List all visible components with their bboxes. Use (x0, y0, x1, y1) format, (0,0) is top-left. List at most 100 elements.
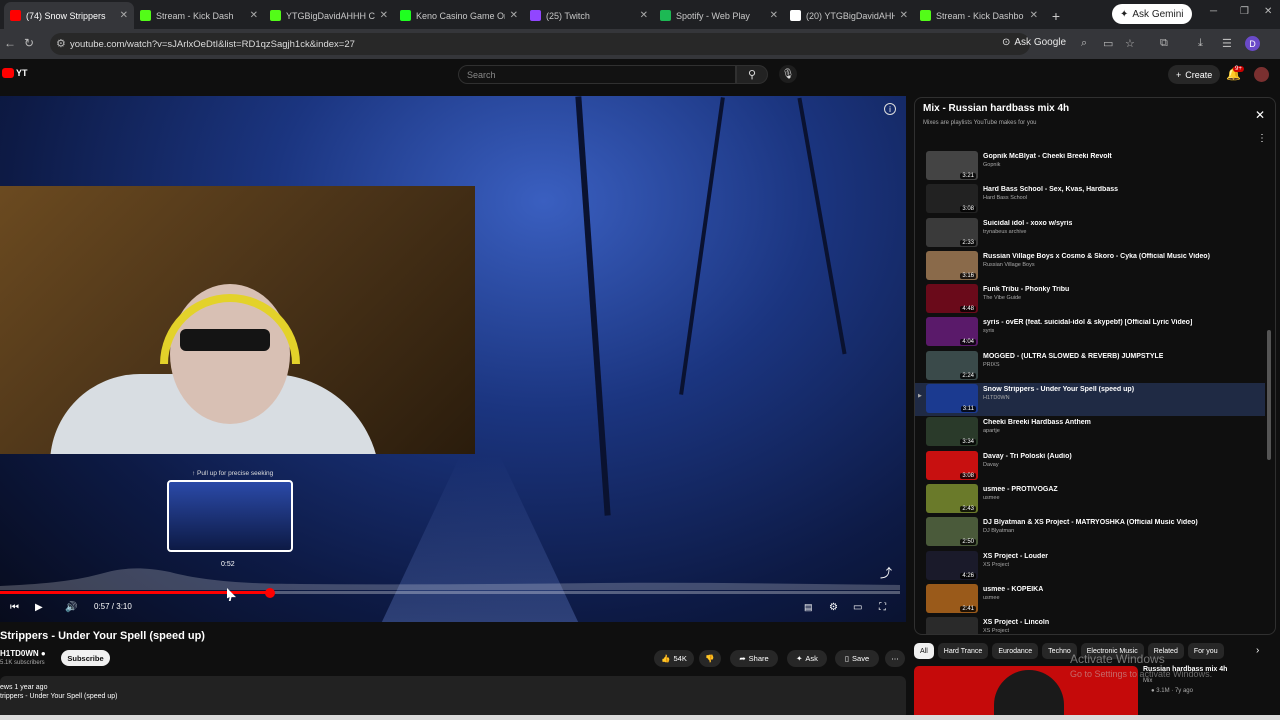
close-icon[interactable]: ✕ (1255, 108, 1265, 122)
search-input[interactable]: Search (458, 65, 736, 84)
playlist-item[interactable]: 2:50 DJ Blyatman & XS Project - MATRYOSHK… (915, 516, 1265, 549)
tab-close-icon[interactable]: ✕ (770, 10, 778, 21)
tab-close-icon[interactable]: ✕ (510, 10, 518, 21)
playlist-title[interactable]: Mix - Russian hardbass mix 4h (923, 103, 1069, 114)
video-player[interactable] (0, 96, 906, 622)
playlist-item[interactable]: ▶ 3:11 Snow Strippers - Under Your Spell (… (915, 383, 1265, 417)
theater-mode-icon[interactable]: ▭ (853, 602, 862, 613)
back-icon[interactable]: ← (4, 36, 16, 50)
create-button[interactable]: + Create (1168, 65, 1221, 84)
tab-close-icon[interactable]: ✕ (120, 10, 128, 21)
volume-icon[interactable]: 🔊 (65, 602, 77, 613)
filter-chip[interactable]: Eurodance (992, 643, 1039, 659)
filter-chip[interactable]: All (914, 643, 934, 659)
tab-close-icon[interactable]: ✕ (1030, 10, 1038, 21)
playlist-item[interactable]: 4:26 XS Project - Louder XS Project (915, 550, 1265, 583)
description-box[interactable] (0, 676, 906, 720)
playlist-item[interactable]: 2:43 usmee - PROTIVOGAZ usmee (915, 483, 1265, 516)
user-avatar[interactable] (1254, 67, 1269, 82)
browser-tab[interactable]: (25) Twitch ✕ (524, 2, 654, 29)
playlist-thumbnail[interactable]: 2:24 (926, 350, 978, 380)
download-icon[interactable]: ⤓ (1198, 37, 1203, 50)
search-icon[interactable]: ⚲ (736, 65, 768, 84)
playlist-item[interactable]: 2:41 usmee - KOPEIKA usmee (915, 583, 1265, 616)
close-window-icon[interactable]: ✕ (1264, 6, 1272, 17)
ask-google-button[interactable]: ⊙ Ask Google (1002, 37, 1066, 48)
playlist-thumbnail[interactable] (926, 617, 978, 634)
tab-close-icon[interactable]: ✕ (640, 10, 648, 21)
zoom-icon[interactable]: ⌕ (1081, 37, 1087, 50)
profile-avatar[interactable]: D (1245, 36, 1260, 51)
cast-icon[interactable]: ▭ (1103, 37, 1113, 50)
ask-gemini-button[interactable]: ✦ Ask Gemini (1112, 4, 1192, 24)
playlist-thumbnail[interactable]: 3:34 (926, 417, 978, 447)
save-button[interactable]: ▯ Save (835, 650, 879, 667)
playlist-thumbnail[interactable]: 3:08 (926, 184, 978, 214)
playlist-item[interactable]: 2:24 MOGGED - (ULTRA SLOWED & REVERB) JUM… (915, 350, 1265, 383)
tab-close-icon[interactable]: ✕ (900, 10, 908, 21)
reading-list-icon[interactable]: ☰ (1222, 37, 1232, 50)
more-vert-icon[interactable]: ⋮ (1257, 133, 1267, 144)
browser-tab[interactable]: Keno Casino Game On ✕ (394, 2, 524, 29)
page-scrollbar[interactable] (0, 715, 1280, 720)
playlist-thumbnail[interactable]: 4:48 (926, 284, 978, 314)
playlist-scrollbar[interactable] (1267, 155, 1271, 625)
filter-chip[interactable]: Hard Trance (937, 643, 989, 659)
browser-tab[interactable]: YTGBigDavidAHHH Cl ✕ (264, 2, 394, 29)
ask-button[interactable]: ✦ Ask (787, 650, 827, 667)
chevron-right-icon[interactable]: › (1256, 645, 1259, 656)
filter-chip[interactable]: For you (1187, 643, 1224, 659)
more-actions-button[interactable]: ⋯ (885, 650, 905, 667)
playlist-thumbnail[interactable]: 4:26 (926, 550, 978, 580)
browser-tab[interactable]: Stream - Kick Dash ✕ (134, 2, 264, 29)
playlist-item[interactable]: 3:08 Hard Bass School - Sex, Kvas, Hardba… (915, 183, 1265, 216)
playlist-thumbnail[interactable]: 3:08 (926, 450, 978, 480)
new-tab-button[interactable]: + (1044, 2, 1068, 29)
maximize-icon[interactable]: ❐ (1240, 6, 1249, 17)
like-button[interactable]: 👍 54K (654, 650, 694, 667)
playlist-item[interactable]: 2:33 Suicidal idol - xoxo w/syris trynabeu… (915, 217, 1265, 250)
playlist-thumbnail[interactable]: 2:41 (926, 583, 978, 613)
playlist-item[interactable]: 3:08 Davay - Tri Poloski (Audio) Davay (915, 450, 1265, 483)
youtube-logo[interactable]: YT (2, 68, 46, 80)
tab-close-icon[interactable]: ✕ (250, 10, 258, 21)
share-button[interactable]: ➦ Share (730, 650, 778, 667)
playlist-thumbnail[interactable]: 2:50 (926, 517, 978, 547)
playlist-item[interactable]: 3:16 Russian Village Boys x Cosmo & Skoro… (915, 250, 1265, 283)
subscribe-button[interactable]: Subscribe (61, 650, 110, 666)
playlist-thumbnail[interactable]: 2:43 (926, 483, 978, 513)
browser-tab[interactable]: Spotify - Web Play ✕ (654, 2, 784, 29)
info-icon[interactable]: i (884, 103, 896, 115)
dislike-button[interactable]: 👎 (699, 650, 721, 667)
playlist-item-title: syris - ovER (feat. suicidal-idol & skyp… (983, 319, 1193, 327)
playlist-thumbnail[interactable]: 3:21 (926, 151, 978, 180)
playlist-thumbnail[interactable]: 4:04 (926, 317, 978, 347)
playlist-item[interactable]: 4:48 Funk Tribu - Phonky Tribu The Vibe Gu… (915, 283, 1265, 316)
play-icon[interactable]: ▶ (35, 602, 43, 613)
mic-icon[interactable]: 🎙 (779, 65, 797, 83)
captions-icon[interactable]: ▤ (804, 602, 813, 613)
fullscreen-icon[interactable]: ⛶ (879, 602, 886, 613)
playlist-item[interactable]: 4:04 syris - ovER (feat. suicidal-idol & … (915, 316, 1265, 349)
site-info-icon[interactable]: ⚙ (56, 37, 66, 50)
settings-icon[interactable]: ⚙ (829, 602, 838, 613)
playlist-thumbnail[interactable]: 3:16 (926, 250, 978, 280)
browser-tab[interactable]: Stream - Kick Dashbo ✕ (914, 2, 1044, 29)
thumbs-down-icon: 👎 (705, 654, 715, 663)
bookmark-star-icon[interactable]: ☆ (1125, 37, 1135, 50)
scrubber-handle[interactable] (265, 588, 275, 598)
browser-tab[interactable]: (20) YTGBigDavidAHH ✕ (784, 2, 914, 29)
reload-icon[interactable]: ↻ (24, 36, 34, 50)
playlist-thumbnail[interactable]: 2:33 (926, 217, 978, 247)
previous-icon[interactable]: ⏮ (10, 602, 19, 613)
channel-name[interactable]: H1TD0WN ● (0, 649, 46, 658)
minimize-icon[interactable]: ─ (1210, 6, 1217, 17)
browser-tab[interactable]: (74) Snow Strippers ✕ (4, 2, 134, 29)
url-field[interactable]: youtube.com/watch?v=sJArlxOeDtI&list=RD1… (50, 33, 1030, 55)
tab-close-icon[interactable]: ✕ (380, 10, 388, 21)
playlist-thumbnail[interactable]: 3:11 (926, 384, 978, 414)
extensions-icon[interactable]: ⧉ (1160, 37, 1168, 50)
playlist-item[interactable]: 3:34 Cheeki Breeki Hardbass Anthem apartje (915, 416, 1265, 449)
playlist-item[interactable]: XS Project - Lincoln XS Project (915, 616, 1265, 634)
playlist-item[interactable]: 3:21 Gopnik McBlyat - Cheeki Breeki Revol… (915, 150, 1265, 183)
